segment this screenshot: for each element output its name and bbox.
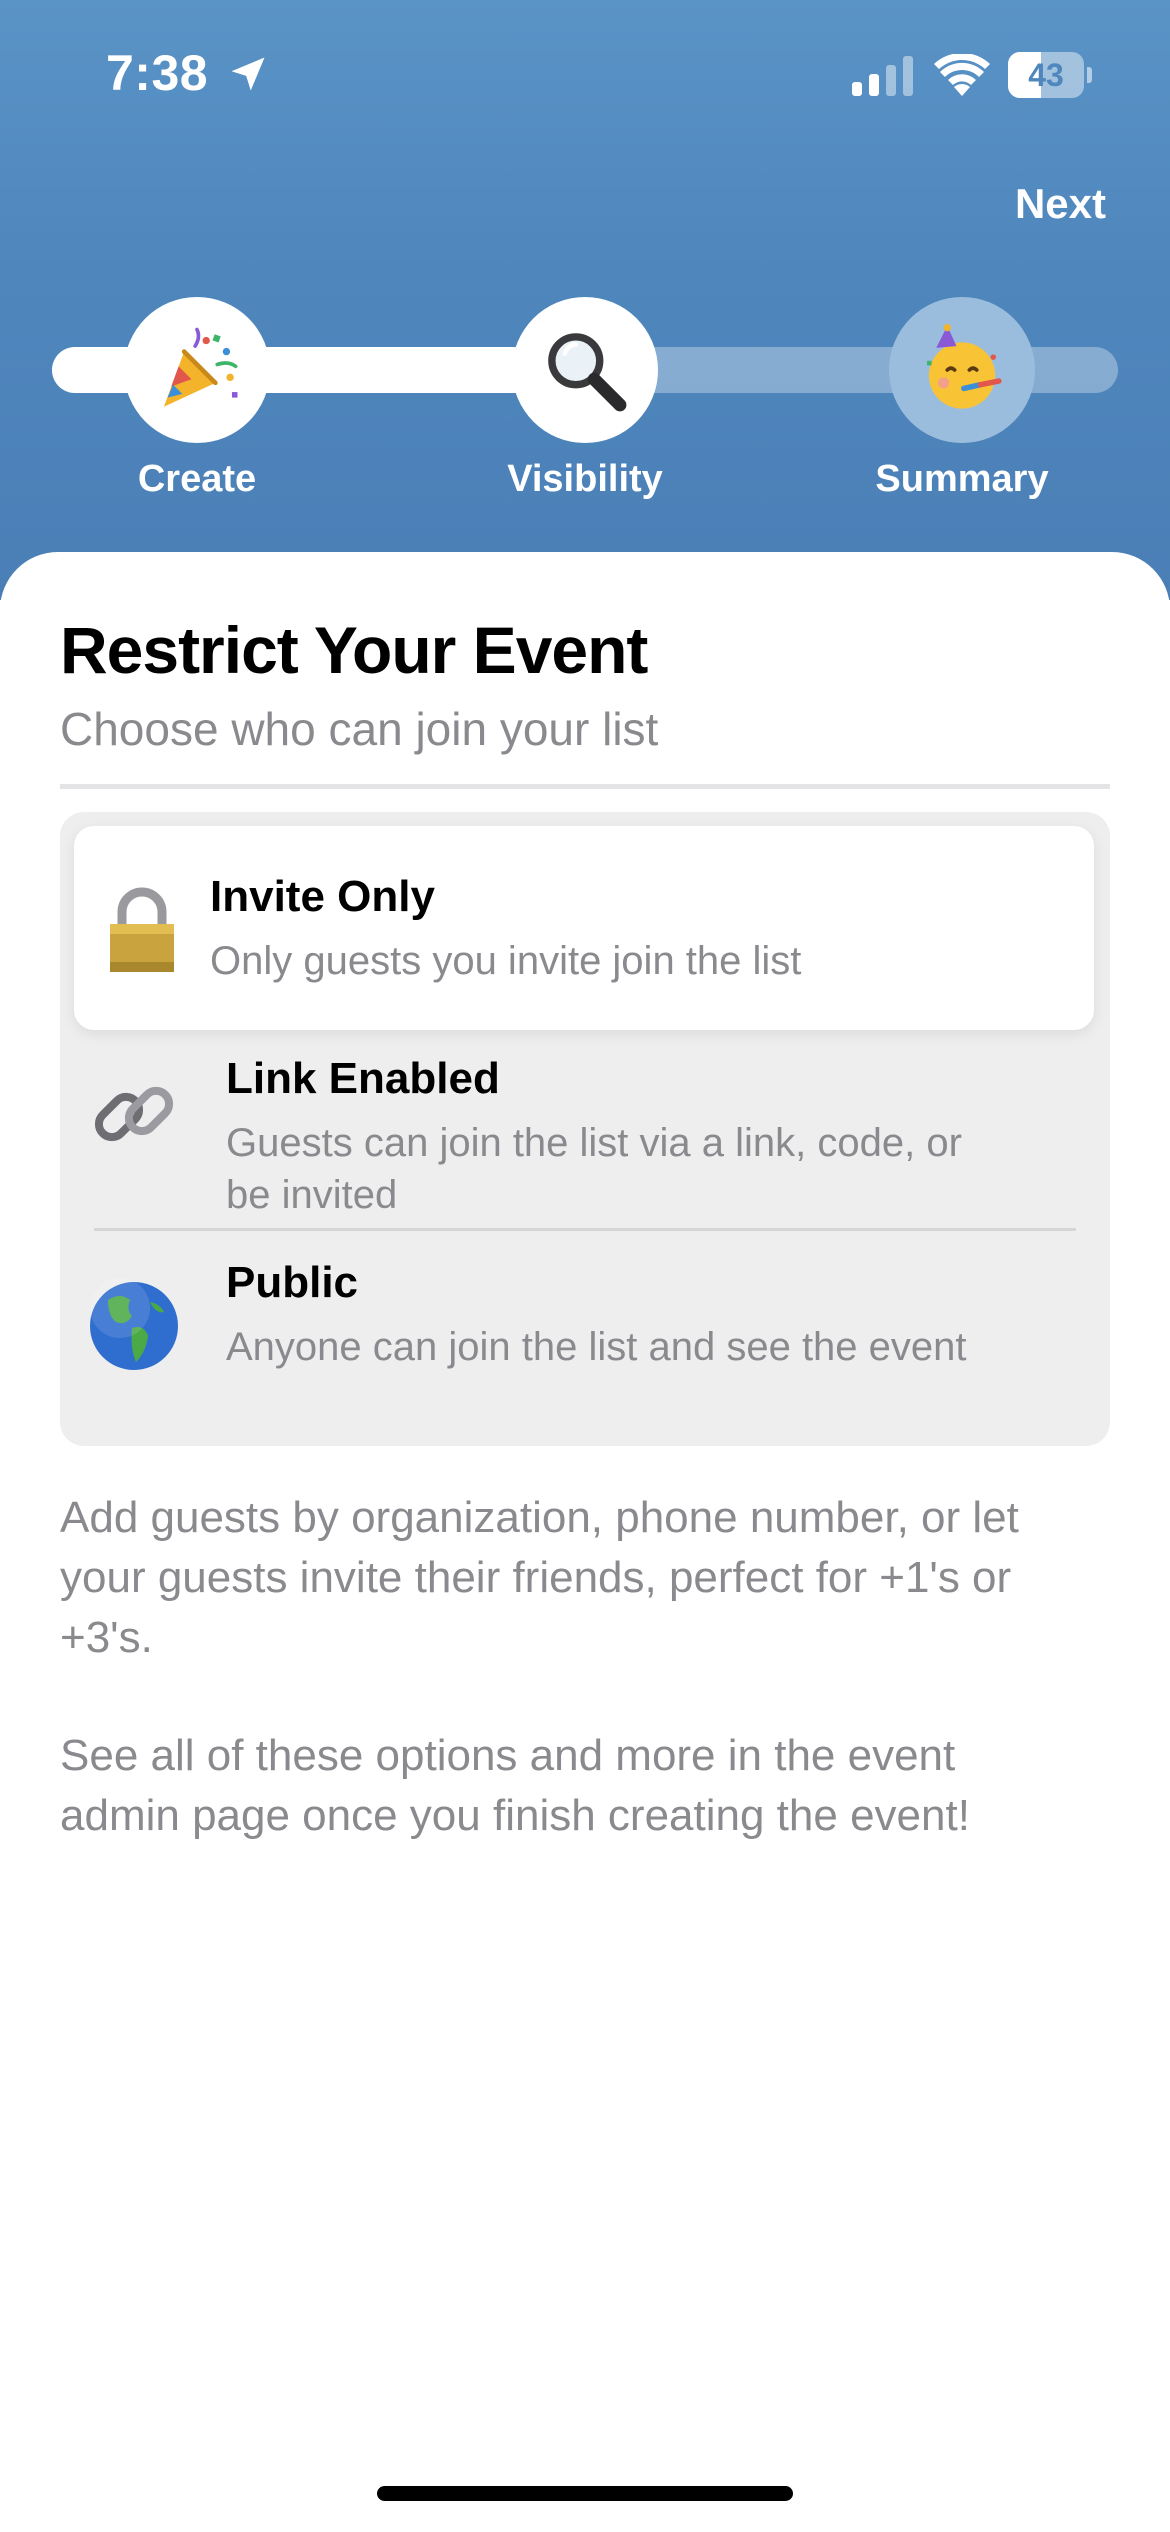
- option-invite-only[interactable]: Invite Only Only guests you invite join …: [74, 826, 1094, 1030]
- cellular-signal-icon: [852, 56, 913, 96]
- option-link-enabled[interactable]: Link Enabled Guests can join the list vi…: [60, 1030, 1110, 1228]
- option-separator: [94, 1228, 1076, 1231]
- magnifying-glass-icon: [548, 333, 627, 412]
- divider: [60, 784, 1110, 789]
- info-paragraph-1-line-2: your guests invite their friends, perfec…: [60, 1553, 1012, 1602]
- next-button[interactable]: Next: [1015, 180, 1106, 228]
- screen: 7:38 43 Next Create Visibility Summary R…: [0, 0, 1170, 2532]
- step-label-visibility: Visibility: [507, 458, 663, 500]
- globe-icon: [90, 1278, 178, 1370]
- step-visibility[interactable]: [512, 297, 658, 443]
- step-create[interactable]: [124, 297, 270, 443]
- battery-body: 43: [1008, 52, 1084, 98]
- info-paragraph-1-line-3: +3's.: [60, 1613, 153, 1662]
- option-title: Public: [226, 1258, 359, 1307]
- party-popper-icon: [163, 327, 238, 407]
- partying-face-icon: [927, 324, 1002, 409]
- info-paragraph-2-line-2: admin page once you finish creating the …: [60, 1791, 970, 1840]
- status-time: 7:38: [106, 45, 209, 101]
- step-summary[interactable]: [889, 297, 1035, 443]
- option-title: Invite Only: [210, 872, 435, 921]
- page-subtitle: Choose who can join your list: [60, 703, 659, 755]
- visibility-options: Invite Only Only guests you invite join …: [60, 812, 1110, 1446]
- status-bar: 7:38 43: [0, 0, 1170, 150]
- location-arrow-icon: [231, 57, 265, 91]
- option-description: Anyone can join the list and see the eve…: [226, 1325, 967, 1369]
- step-label-create: Create: [137, 458, 257, 500]
- battery-level: 43: [1028, 57, 1064, 93]
- page-title: Restrict Your Event: [60, 613, 648, 687]
- info-paragraph-1-line-1: Add guests by organization, phone number…: [60, 1493, 1019, 1542]
- lock-icon: [110, 887, 174, 972]
- option-description-line2: be invited: [226, 1173, 398, 1217]
- option-description: Only guests you invite join the list: [210, 939, 802, 983]
- option-public[interactable]: Public Anyone can join the list and see …: [60, 1232, 1110, 1446]
- link-icon: [94, 1086, 174, 1142]
- step-label-summary: Summary: [875, 458, 1049, 500]
- battery-indicator: 43: [1008, 52, 1092, 98]
- option-description-line1: Guests can join the list via a link, cod…: [226, 1121, 962, 1165]
- home-indicator[interactable]: [377, 2486, 793, 2501]
- battery-cap: [1087, 67, 1092, 83]
- info-paragraph-2-line-1: See all of these options and more in the…: [60, 1731, 956, 1780]
- option-title: Link Enabled: [226, 1054, 500, 1103]
- wifi-icon: [934, 54, 990, 96]
